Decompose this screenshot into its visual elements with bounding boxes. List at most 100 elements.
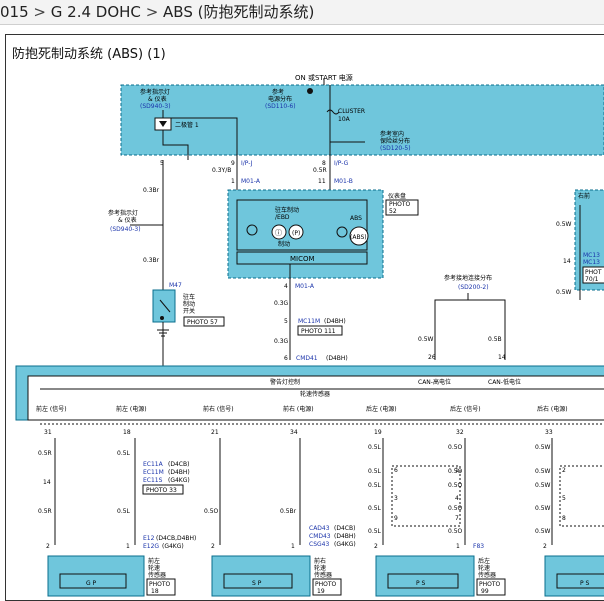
ref-indicator-label: 参考指示灯 — [140, 88, 170, 96]
module-port-label: 前右 (电源) — [283, 405, 314, 413]
cluster-name: 仪表盘 — [388, 192, 406, 200]
sensor-label: G P — [86, 580, 97, 587]
parking-brake-switch: 参考指示灯 & 仪表 (SD940-3) 0.3Br M47 驻车 制动 开关 … — [108, 209, 225, 337]
pin-label: 21 — [211, 429, 219, 436]
park-ebd-label-2: /EBD — [275, 214, 290, 221]
e12-connector-link[interactable]: E12 — [143, 535, 155, 542]
m47-connector-link[interactable]: M47 — [169, 282, 182, 289]
mc11m-photo-link[interactable]: PHOTO 111 — [301, 328, 336, 335]
m01b-connector-link[interactable]: M01-B — [334, 178, 353, 185]
brake-label: 制动 — [278, 240, 290, 248]
wire-label: 0.3Y/B — [212, 167, 231, 174]
photo-no: 19 — [317, 588, 325, 595]
rear-right-circuit: 0.5W 0.5W 2 0.5W 5 0.5W 8 0.5W 2 P S — [535, 438, 604, 597]
ipg-connector-link[interactable]: I/P-G — [334, 160, 349, 167]
ref-ground-label: 参考接地连接分布 — [444, 274, 492, 282]
ref-fuse-label-2: 保险丝分布 — [380, 137, 410, 145]
wire-label: 0.5O — [448, 482, 463, 489]
abs-icon-text: (ABS) — [350, 234, 367, 241]
ref-sd120-5-link[interactable]: (SD120-5) — [380, 145, 411, 152]
f83-connector-link[interactable]: F83 — [473, 543, 484, 550]
svg-text:(P): (P) — [292, 230, 300, 237]
wire-label: 0.5R — [38, 450, 52, 457]
pin-label: 33 — [545, 429, 553, 436]
wire-label: 0.5W — [418, 336, 434, 343]
m01a-connector-link[interactable]: M01-A — [241, 178, 261, 185]
ec11m-connector-link[interactable]: EC11M — [143, 469, 164, 476]
ec11a-connector-link[interactable]: EC11A — [143, 461, 164, 468]
pin-label: 18 — [123, 429, 131, 436]
wire-label: 0.5W — [535, 482, 551, 489]
pin-label: 4 — [455, 495, 459, 502]
ref-sd940-3-link[interactable]: (SD940-3) — [140, 103, 171, 110]
wire-label: 0.5W — [535, 528, 551, 535]
micom-label: MICOM — [290, 255, 315, 263]
m01a-connector-link[interactable]: M01-A — [295, 283, 315, 290]
ref-indicator-label-2: & 仪表 — [118, 216, 137, 224]
cluster-photo-link[interactable]: PHOTO — [389, 201, 411, 208]
cad43-connector-link[interactable]: CAD43 — [309, 525, 330, 532]
sensor-label: P S — [416, 580, 426, 587]
e12g-connector-link[interactable]: E12G — [143, 543, 159, 550]
sensor-caption: 传感器 — [478, 571, 496, 579]
sensor-caption: 传感器 — [148, 571, 166, 579]
variant-label: (G4KG) — [168, 477, 190, 484]
pin-label: 26 — [428, 354, 436, 361]
wire-label: 0.5B — [488, 336, 502, 343]
pin-label: 32 — [456, 429, 464, 436]
pin-label: 2 — [46, 543, 50, 550]
csg43-connector-link[interactable]: CSG43 — [309, 541, 329, 548]
ref-sd110-6-link[interactable]: (SD110-6) — [265, 103, 296, 110]
front-right-sensor — [211, 555, 311, 597]
diode-label: 二极管 1 — [175, 121, 199, 129]
cluster-photo-no: 52 — [389, 208, 397, 215]
wire-label: 0.5W — [556, 221, 572, 228]
abs-label: ABS — [350, 215, 362, 222]
wire-label: 0.5W — [556, 289, 572, 296]
sensor-caption: 前右 — [314, 557, 326, 565]
pin-label: 9 — [231, 160, 235, 167]
warning-control-label: 警告灯控制 — [270, 378, 300, 386]
variant-label: (D4BH) — [334, 533, 356, 540]
pin-label: 6 — [284, 355, 288, 362]
ec11s-connector-link[interactable]: EC11S — [143, 477, 163, 484]
photo-no: 99 — [481, 588, 489, 595]
abs-module: 警告灯控制 CAN-高电位 CAN-低电位 轮速传感器 前左 (信号) 前左 (… — [15, 365, 604, 436]
photo33-link[interactable]: PHOTO 33 — [146, 487, 177, 494]
switch-label: 驻车 — [183, 293, 195, 301]
wheel-speed-label: 轮速传感器 — [300, 390, 330, 398]
photo-link[interactable]: PHOTO — [479, 581, 501, 588]
pin-label: 31 — [44, 429, 52, 436]
photo-link[interactable]: PHOTO — [149, 581, 171, 588]
pin-label: 1 — [455, 467, 459, 474]
pin-label: 2 — [543, 543, 547, 550]
sensor-caption: 轮速 — [148, 564, 160, 572]
cmd43-connector-link[interactable]: CMD43 — [309, 533, 331, 540]
module-port-label: 后右 (电源) — [537, 405, 568, 413]
rear-left-circuit: 0.5L 0.5O 0.5L 0.5O 6 1 0.5L 0.5O 3 4 0.… — [368, 438, 506, 597]
pin-label: 8 — [322, 160, 326, 167]
mc11m-connector-link[interactable]: MC11M — [298, 318, 320, 325]
ref-sd940-3-link[interactable]: (SD940-3) — [110, 226, 141, 233]
ipj-connector-link[interactable]: I/P-J — [241, 160, 253, 167]
wire-label: 0.5L — [117, 450, 131, 457]
right-photo-link[interactable]: PHOT — [585, 269, 602, 276]
right-photo-no: 70/1 — [585, 276, 599, 283]
ref-power-label: 参考 — [272, 88, 284, 96]
switch-photo-link[interactable]: PHOTO 57 — [187, 319, 218, 326]
instrument-cluster-box: 仪表盘 PHOTO 52 驻车制动 /EBD ⓘ (P) 制动 ABS (ABS… — [227, 189, 419, 279]
switch-icon — [152, 289, 176, 323]
pin-label: 1 — [291, 543, 295, 550]
mid-connectors: 0.3G 5 MC11M (D4BH) PHOTO 111 0.3G 6 CMD… — [274, 300, 348, 362]
sensor-label: P S — [580, 580, 590, 587]
photo-link[interactable]: PHOTO — [315, 581, 337, 588]
mc13-connector-link[interactable]: MC13 — [583, 259, 600, 266]
cmd41-connector-link[interactable]: CMD41 — [296, 355, 318, 362]
ref-sd200-2-link[interactable]: (SD200-2) — [458, 284, 489, 291]
mc13-connector-link[interactable]: MC13 — [583, 252, 600, 259]
wire-label: 0.3G — [274, 300, 289, 307]
wire-label: 0.5L — [368, 468, 382, 475]
can-low-label: CAN-低电位 — [488, 378, 521, 386]
wire-label: 0.3Br — [143, 187, 160, 194]
wiring-diagram: ON 或START 电源 参考指示灯 & 仪表 (SD940-3) 参考 电源分… — [15, 73, 604, 597]
